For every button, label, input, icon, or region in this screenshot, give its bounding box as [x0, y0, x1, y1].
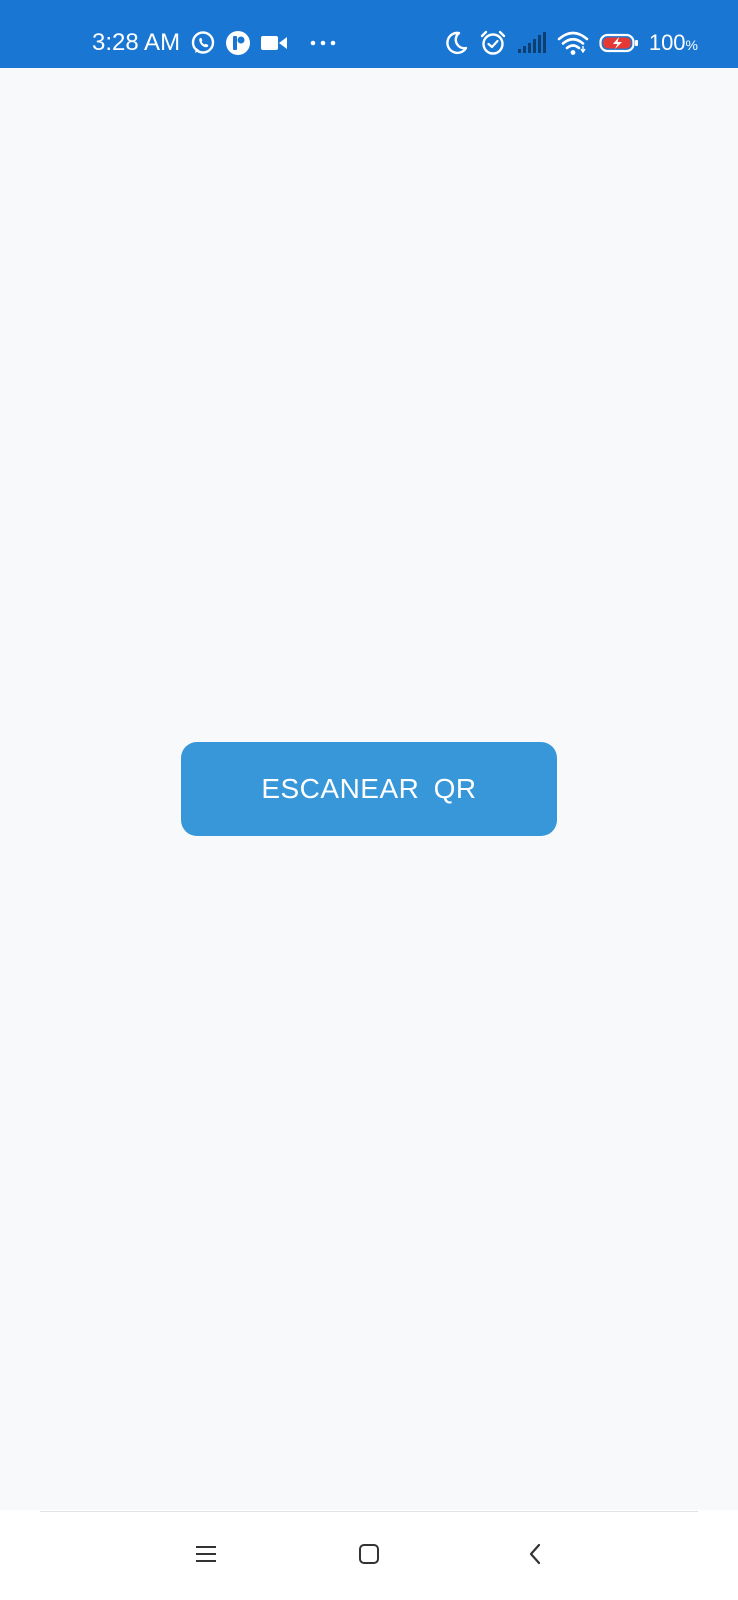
status-right-group: 100%: [443, 28, 698, 58]
battery-percentage: 100%: [649, 30, 698, 56]
status-left-group: 3:28 AM: [92, 28, 336, 58]
whatsapp-icon: [190, 29, 216, 57]
nav-home-button[interactable]: [341, 1530, 397, 1580]
video-camera-icon: [260, 29, 288, 57]
battery-level: 100: [648, 30, 686, 55]
main-content: ESCANEAR QR: [0, 68, 738, 1510]
nav-divider: [40, 1511, 698, 1512]
more-dots-icon: [310, 29, 336, 57]
home-icon: [358, 1543, 380, 1568]
status-time: 3:28 AM: [92, 29, 181, 56]
nav-menu-button[interactable]: [178, 1530, 234, 1580]
back-icon: [527, 1542, 543, 1569]
signal-icon: [517, 29, 547, 57]
menu-icon: [195, 1544, 217, 1567]
status-bar: 3:28 AM 100 %: [0, 0, 738, 68]
battery-charging-icon: [599, 29, 639, 57]
wifi-icon: [557, 29, 589, 57]
app-notification-icon: [224, 29, 252, 57]
moon-icon: [443, 29, 469, 57]
battery-unit: %: [685, 37, 698, 53]
scan-qr-button[interactable]: ESCANEAR QR: [181, 742, 557, 836]
alarm-icon: [479, 29, 507, 57]
nav-back-button[interactable]: [507, 1530, 563, 1580]
